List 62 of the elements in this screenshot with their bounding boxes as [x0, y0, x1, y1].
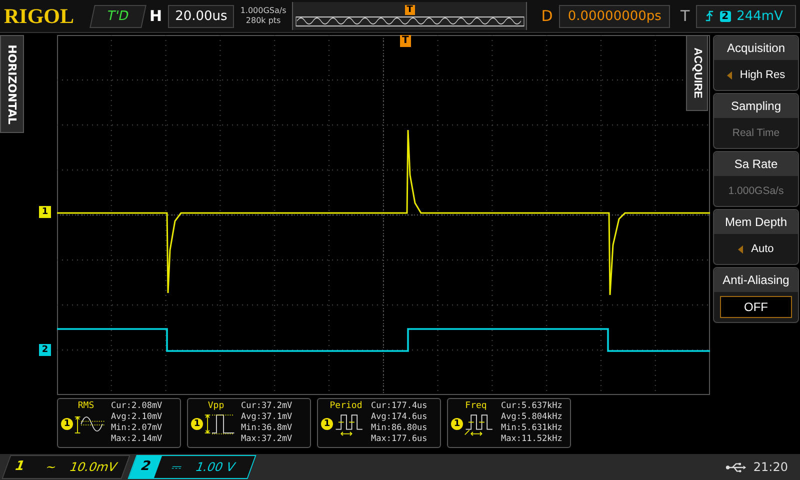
- delay-label: D: [541, 7, 553, 25]
- sample-rate: 1.000GSa/s: [240, 6, 286, 16]
- caret-icon: [738, 244, 744, 254]
- trigger-source: 2: [720, 10, 731, 22]
- side-tab[interactable]: HORIZONTAL: [0, 35, 24, 133]
- trigger-position-marker: T: [404, 5, 415, 15]
- menu-item-value: Real Time: [732, 127, 780, 139]
- run-status: T'D: [90, 4, 146, 28]
- measurement-value: Min:86.80us: [371, 423, 428, 434]
- menu-item[interactable]: Sampling Real Time: [713, 93, 799, 149]
- measurement-value: Cur:5.637kHz: [501, 401, 562, 412]
- source-badge: 1: [191, 418, 203, 430]
- measurement-value: Max:2.14mV: [111, 434, 162, 445]
- trigger-position-marker: T: [400, 35, 411, 47]
- trigger-level: 244mV: [736, 8, 783, 24]
- measurement-value: Min:36.8mV: [241, 423, 292, 434]
- source-badge: 1: [61, 418, 73, 430]
- source-badge: 1: [451, 418, 463, 430]
- measurement-value: Avg:2.10mV: [111, 412, 162, 423]
- timebase-label: H: [150, 7, 162, 25]
- timebase-value: 20.00us: [168, 4, 234, 28]
- menu-item-title: Anti-Aliasing: [714, 268, 798, 292]
- channel-tab[interactable]: 2 ⎓ 1.00 V: [128, 455, 256, 479]
- menu-item[interactable]: Acquisition High Res: [713, 35, 799, 91]
- rising-edge-icon: [704, 10, 714, 22]
- usb-icon: [725, 462, 748, 472]
- menu-item[interactable]: Anti-Aliasing OFF: [713, 267, 799, 323]
- menu-item[interactable]: Mem Depth Auto: [713, 209, 799, 265]
- measurement-value: Cur:37.2mV: [241, 401, 292, 412]
- channel-marker[interactable]: 1: [39, 206, 51, 218]
- measurement-value: Cur:177.4us: [371, 401, 428, 412]
- channel-marker[interactable]: 2: [39, 344, 51, 356]
- trigger-label: T: [680, 7, 690, 25]
- memory-points: 280k pts: [246, 16, 281, 26]
- measurement-value: Max:37.2mV: [241, 434, 292, 445]
- menu-item-value: 1.000GSa/s: [728, 185, 784, 197]
- menu-item-value: High Res: [740, 69, 786, 81]
- measurement-value: Avg:37.1mV: [241, 412, 292, 423]
- measurement-name: Freq: [464, 401, 488, 411]
- measurement-value: Avg:5.804kHz: [501, 412, 562, 423]
- measurement-value: Min:2.07mV: [111, 423, 162, 434]
- measurement-value: Min:5.631kHz: [501, 423, 562, 434]
- menu-item[interactable]: Sa Rate 1.000GSa/s: [713, 151, 799, 207]
- measurement-name: Period: [328, 401, 364, 411]
- measurement-name: RMS: [76, 401, 96, 411]
- menu-item-title: Sampling: [714, 94, 798, 118]
- measurement-value: Avg:174.6us: [371, 412, 428, 423]
- clock-time: 21:20: [753, 460, 789, 474]
- channel-tab[interactable]: 1 ~ 10.0mV: [2, 455, 130, 479]
- delay-value: 0.00000000ps: [558, 4, 670, 28]
- brand-logo: RIGOL: [4, 4, 76, 28]
- caret-icon: [726, 70, 732, 80]
- measurement-value: Max:11.52kHz: [501, 434, 562, 445]
- menu-item-value: Auto: [751, 243, 774, 255]
- menu-item-value: OFF: [720, 296, 792, 318]
- source-badge: 1: [321, 418, 333, 430]
- menu-item-title: Acquisition: [714, 36, 798, 60]
- measurement-value: Max:177.6us: [371, 434, 428, 445]
- measurement-name: Vpp: [206, 401, 226, 411]
- measurement-value: Cur:2.08mV: [111, 401, 162, 412]
- menu-item-title: Sa Rate: [714, 152, 798, 176]
- menu-item-title: Mem Depth: [714, 210, 798, 234]
